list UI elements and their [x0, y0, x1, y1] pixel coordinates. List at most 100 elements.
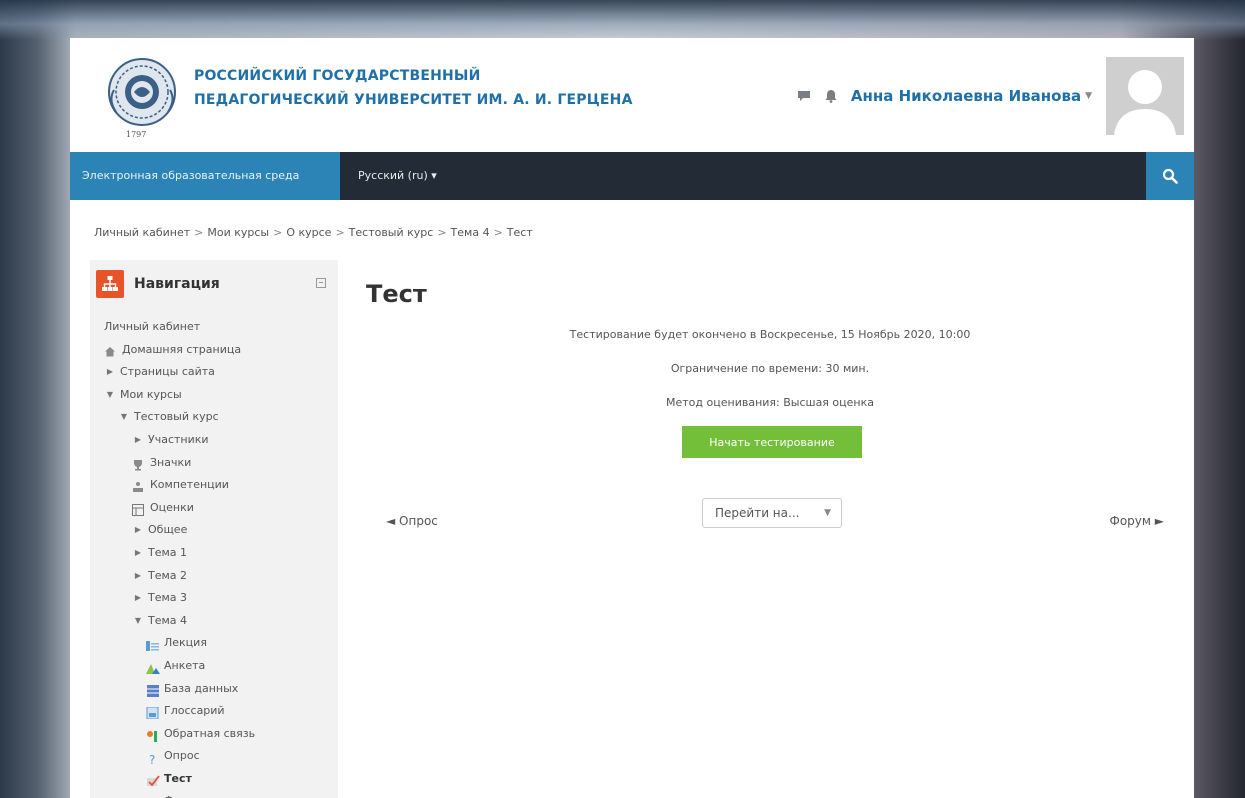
nav-tree-item-label: Мои курсы	[120, 387, 182, 401]
breadcrumb-item[interactable]: Тема 4	[451, 226, 490, 239]
collapse-block-icon[interactable]	[316, 278, 326, 288]
nav-tree-item[interactable]: ▶ Тема 2	[104, 565, 334, 588]
nav-tree-item-label: Анкета	[164, 658, 206, 672]
nav-tree-item[interactable]: Тест	[104, 768, 334, 791]
language-menu[interactable]: Русский (ru) ▾	[358, 152, 437, 200]
university-name-line2: ПЕДАГОГИЧЕСКИЙ УНИВЕРСИТЕТ ИМ. А. И. ГЕР…	[194, 92, 633, 108]
nav-tree-item-label: Общее	[148, 523, 188, 537]
top-navbar: Электронная образовательная среда Русски…	[70, 152, 1194, 200]
default-user-icon	[1106, 57, 1184, 135]
nav-tree-item-label: Форум	[164, 790, 202, 798]
trophy-icon	[132, 457, 146, 471]
quiz-close-info: Тестирование будет окончено в Воскресень…	[569, 328, 971, 341]
lesson-icon	[146, 638, 160, 651]
nav-tree-item[interactable]: База данных	[104, 678, 334, 701]
choice-icon: ?	[146, 751, 160, 767]
breadcrumb-item[interactable]: Личный кабинет	[94, 226, 190, 239]
nav-tree-item-label: Значки	[150, 455, 192, 469]
main-content: Тест Тестирование будет окончено в Воскр…	[360, 260, 1180, 798]
nav-tree-item[interactable]: ▼ Тема 4	[104, 610, 334, 633]
browser-page: 1797 РОССИЙСКИЙ ГОСУДАРСТВЕННЫЙ ПЕДАГОГИ…	[70, 38, 1194, 798]
brand-link[interactable]: Электронная образовательная среда	[70, 152, 340, 200]
home-icon	[104, 344, 118, 357]
expanded-arrow-icon[interactable]: ▼	[118, 406, 130, 429]
nav-tree-item-label: Домашняя страница	[122, 342, 242, 356]
nav-tree-item-label: Обратная связь	[164, 726, 256, 740]
nav-tree-item[interactable]: Домашняя страница	[104, 339, 334, 362]
collapsed-arrow-icon[interactable]: ▶	[104, 361, 116, 384]
nav-tree-item[interactable]: Анкета	[104, 655, 334, 678]
user-menu-area: Анна Николаевна Иванова ▼	[797, 56, 1184, 136]
breadcrumb: Личный кабинет > Мои курсы > О курсе > Тестовы…	[94, 226, 533, 239]
logo-year: 1797	[126, 130, 147, 139]
university-name[interactable]: РОССИЙСКИЙ ГОСУДАРСТВЕННЫЙ ПЕДАГОГИЧЕСКИ…	[194, 64, 633, 112]
nav-tree-item[interactable]: ▼ Тестовый курс	[104, 406, 334, 429]
notification-bell-icon[interactable]	[825, 89, 837, 103]
collapsed-arrow-icon[interactable]: ▶	[132, 565, 144, 588]
site-header: 1797 РОССИЙСКИЙ ГОСУДАРСТВЕННЫЙ ПЕДАГОГИ…	[70, 38, 1194, 152]
navigation-title: Навигация	[134, 276, 220, 292]
nav-tree-item-label: Компетенции	[150, 478, 229, 492]
nav-tree-item[interactable]: ▼ Мои курсы	[104, 384, 334, 407]
nav-tree-item-label: Личный кабинет	[104, 320, 201, 333]
expanded-arrow-icon[interactable]: ▼	[104, 384, 116, 407]
nav-tree-item-label: Участники	[148, 432, 209, 446]
breadcrumb-item[interactable]: Мои курсы	[207, 226, 269, 239]
quiz-icon	[146, 773, 160, 787]
competency-icon	[132, 479, 146, 493]
nav-tree-item[interactable]: ▶ Общее	[104, 519, 334, 542]
nav-tree-item-label: Оценки	[150, 500, 194, 514]
nav-tree-item[interactable]: Глоссарий	[104, 700, 334, 723]
collapsed-arrow-icon[interactable]: ▶	[132, 429, 144, 452]
nav-tree-item[interactable]: Обратная связь	[104, 723, 334, 746]
university-logo[interactable]: 1797	[104, 52, 180, 142]
nav-tree-item[interactable]: Значки	[104, 452, 334, 475]
avatar[interactable]	[1106, 57, 1184, 135]
nav-tree-item[interactable]: ▶ Тема 1	[104, 542, 334, 565]
breadcrumb-separator: >	[194, 226, 204, 239]
nav-tree-item[interactable]: Форум	[104, 790, 334, 798]
breadcrumb-item[interactable]: О курсе	[286, 226, 331, 239]
nav-tree-item[interactable]: Личный кабинет	[104, 316, 334, 339]
prev-activity-link[interactable]: ◄ Опрос	[386, 514, 438, 528]
nav-tree-item-label: Тема 1	[148, 545, 188, 559]
breadcrumb-separator: >	[493, 226, 503, 239]
nav-tree-item-label: Страницы сайта	[120, 365, 215, 379]
nav-tree-item[interactable]: Оценки	[104, 497, 334, 520]
breadcrumb-separator: >	[335, 226, 345, 239]
collapsed-arrow-icon[interactable]: ▶	[132, 542, 144, 565]
nav-tree-item-label: Глоссарий	[164, 704, 225, 718]
collapsed-arrow-icon[interactable]: ▶	[132, 519, 144, 542]
quiz-grading-method: Метод оценивания: Высшая оценка	[666, 396, 874, 409]
breadcrumb-separator: >	[437, 226, 447, 239]
navigation-block: Навигация Личный кабинет Домашняя страниц…	[90, 260, 338, 798]
collapsed-arrow-icon[interactable]: ▶	[132, 587, 144, 610]
nav-tree-item-label: Лекция	[164, 636, 207, 650]
nav-tree-item[interactable]: ▶ Тема 3	[104, 587, 334, 610]
expanded-arrow-icon[interactable]: ▼	[132, 610, 144, 633]
jump-to-select-value: Перейти на...	[715, 506, 800, 520]
next-activity-link[interactable]: Форум ►	[1110, 514, 1165, 528]
page-title: Тест	[366, 280, 427, 308]
navigation-sitemap-icon	[96, 270, 124, 298]
breadcrumb-item[interactable]: Тестовый курс	[349, 226, 434, 239]
nav-tree-item[interactable]: ? Опрос	[104, 745, 334, 768]
university-name-line1: РОССИЙСКИЙ ГОСУДАРСТВЕННЫЙ	[194, 68, 481, 84]
nav-tree-item[interactable]: ▶ Участники	[104, 429, 334, 452]
svg-text:?: ?	[149, 753, 155, 765]
navigation-tree: Личный кабинет Домашняя страница ▶ Страницы…	[104, 316, 334, 798]
nav-tree-item[interactable]: Компетенции	[104, 474, 334, 497]
jump-to-select[interactable]: Перейти на... ▼	[702, 498, 842, 528]
user-menu-chevron-icon[interactable]: ▼	[1085, 91, 1092, 101]
chevron-down-icon: ▼	[824, 508, 831, 518]
nav-tree-item[interactable]: ▶ Страницы сайта	[104, 361, 334, 384]
user-name[interactable]: Анна Николаевна Иванова	[851, 87, 1081, 105]
university-seal-icon	[108, 58, 176, 126]
nav-tree-item[interactable]: Лекция	[104, 632, 334, 655]
navigation-header: Навигация	[96, 270, 332, 298]
chat-icon[interactable]	[797, 90, 811, 102]
nav-tree-item-label: Тест	[164, 771, 192, 785]
search-button[interactable]	[1146, 152, 1194, 200]
feedback-icon	[146, 728, 160, 742]
start-quiz-button[interactable]: Начать тестирование	[682, 426, 862, 458]
